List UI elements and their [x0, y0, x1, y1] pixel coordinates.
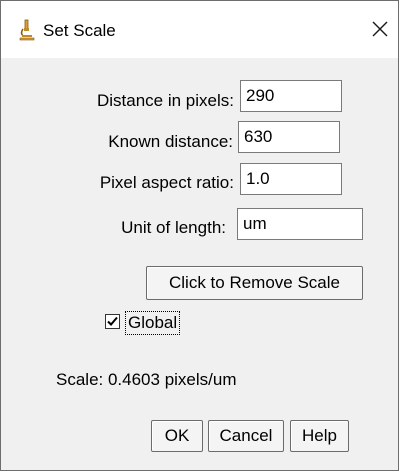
- global-checkbox-label[interactable]: Global: [125, 311, 181, 335]
- unit-of-length-label: Unit of length:: [121, 218, 226, 237]
- close-icon: [372, 21, 388, 37]
- pixel-aspect-ratio-input[interactable]: [240, 163, 342, 195]
- global-checkbox[interactable]: [105, 314, 120, 329]
- known-distance-input[interactable]: [238, 121, 340, 153]
- distance-in-pixels-input[interactable]: [240, 80, 342, 112]
- title-bar[interactable]: Set Scale: [1, 1, 398, 58]
- close-button[interactable]: [367, 15, 393, 43]
- remove-scale-button[interactable]: Click to Remove Scale: [146, 266, 363, 300]
- microscope-icon: [19, 19, 35, 41]
- pixel-aspect-ratio-label: Pixel aspect ratio:: [99, 173, 234, 192]
- known-distance-label: Known distance:: [108, 132, 233, 151]
- set-scale-dialog: Set Scale Distance in pixels: Known dist…: [0, 0, 399, 471]
- ok-button[interactable]: OK: [151, 420, 203, 452]
- dialog-content: Distance in pixels: Known distance: Pixe…: [1, 58, 398, 470]
- checkmark-icon: [107, 316, 118, 326]
- cancel-button[interactable]: Cancel: [208, 420, 284, 452]
- scale-info-text: Scale: 0.4603 pixels/um: [56, 370, 237, 389]
- help-button[interactable]: Help: [290, 420, 349, 452]
- unit-of-length-input[interactable]: [237, 208, 363, 240]
- distance-in-pixels-label: Distance in pixels:: [96, 91, 234, 110]
- window-title: Set Scale: [43, 21, 116, 40]
